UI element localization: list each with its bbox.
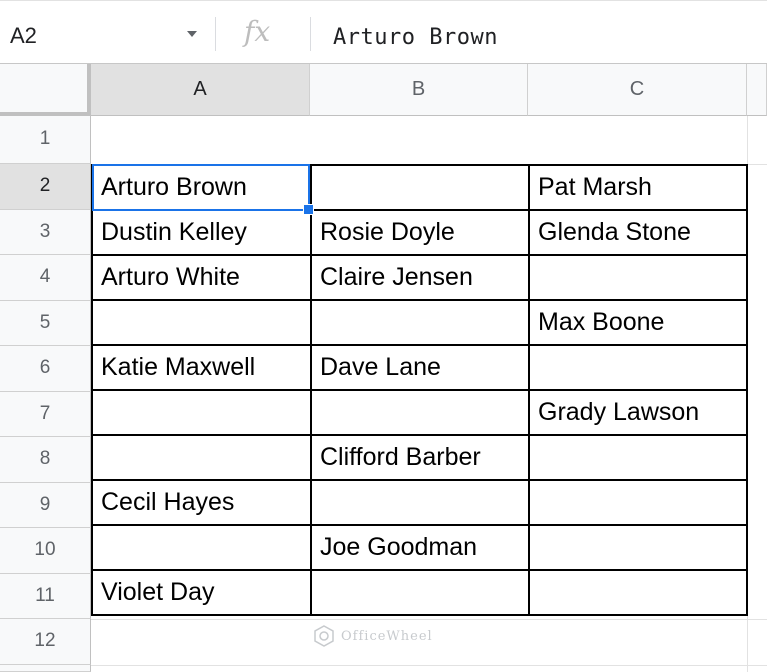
fill-handle[interactable]	[303, 204, 314, 215]
cell-a11[interactable]: Violet Day	[91, 569, 312, 616]
formula-input[interactable]: Arturo Brown	[333, 25, 498, 50]
cell-c3[interactable]: Glenda Stone	[528, 209, 748, 256]
column-header-c[interactable]: C	[528, 64, 747, 116]
fx-icon: fx	[244, 15, 271, 48]
cell-a5[interactable]	[91, 299, 312, 346]
column-header-b[interactable]: B	[310, 64, 528, 116]
cell-c2[interactable]: Pat Marsh	[528, 164, 748, 211]
table-row: Violet Day	[91, 569, 748, 616]
divider	[215, 17, 216, 51]
cell-c8[interactable]	[528, 434, 748, 481]
formula-bar: A2 fx Arturo Brown	[0, 0, 767, 64]
officewheel-logo-icon	[314, 625, 334, 647]
select-all-corner[interactable]	[0, 64, 91, 116]
watermark: OfficeWheel	[313, 624, 433, 648]
cell-c9[interactable]	[528, 479, 748, 526]
cell-a2[interactable]: Arturo Brown	[91, 164, 312, 211]
cell-b6[interactable]: Dave Lane	[310, 344, 530, 391]
cell-a9[interactable]: Cecil Hayes	[91, 479, 312, 526]
cell-a10[interactable]	[91, 524, 312, 571]
gridline	[91, 665, 767, 666]
cell-b10[interactable]: Joe Goodman	[310, 524, 530, 571]
row-header-11[interactable]: 11	[0, 574, 91, 619]
cell-a3[interactable]: Dustin Kelley	[91, 209, 312, 256]
table-row: Dustin Kelley Rosie Doyle Glenda Stone	[91, 209, 748, 256]
cell-c5[interactable]: Max Boone	[528, 299, 748, 346]
cell-b7[interactable]	[310, 389, 530, 436]
row-header-7[interactable]: 7	[0, 392, 91, 437]
table-row: Cecil Hayes	[91, 479, 748, 526]
cell-c6[interactable]	[528, 344, 748, 391]
row-header-5[interactable]: 5	[0, 301, 91, 346]
table-row: Max Boone	[91, 299, 748, 346]
cell-b3[interactable]: Rosie Doyle	[310, 209, 530, 256]
cell-a7[interactable]	[91, 389, 312, 436]
table-row: Grady Lawson	[91, 389, 748, 436]
name-box-dropdown-icon[interactable]	[187, 31, 197, 37]
cell-b11[interactable]	[310, 569, 530, 616]
cell-c4[interactable]	[528, 254, 748, 301]
row-header-8[interactable]: 8	[0, 437, 91, 483]
row-header-12[interactable]: 12	[0, 619, 91, 665]
table-row: Katie Maxwell Dave Lane	[91, 344, 748, 391]
cell-b9[interactable]	[310, 479, 530, 526]
row-header-10[interactable]: 10	[0, 528, 91, 574]
cell-c10[interactable]	[528, 524, 748, 571]
column-header-a[interactable]: A	[91, 64, 310, 116]
cell-b5[interactable]	[310, 299, 530, 346]
cell-a8[interactable]	[91, 434, 312, 481]
cell-c11[interactable]	[528, 569, 748, 616]
name-box[interactable]: A2	[10, 23, 37, 49]
row-header-9[interactable]: 9	[0, 483, 91, 528]
table-row: Clifford Barber	[91, 434, 748, 481]
row-header-4[interactable]: 4	[0, 255, 91, 301]
row-header-2[interactable]: 2	[0, 164, 91, 210]
table-row: Arturo Brown Pat Marsh	[91, 164, 748, 211]
row-header-1[interactable]: 1	[0, 116, 91, 164]
gridline	[91, 619, 767, 620]
divider	[310, 17, 311, 51]
column-header-d[interactable]	[747, 64, 767, 116]
cell-a6[interactable]: Katie Maxwell	[91, 344, 312, 391]
cell-a4[interactable]: Arturo White	[91, 254, 312, 301]
names-table: Arturo Brown Pat Marsh Dustin Kelley Rosie …	[91, 164, 748, 616]
table-row: Joe Goodman	[91, 524, 748, 571]
table-row: Arturo White Claire Jensen	[91, 254, 748, 301]
row-header-3[interactable]: 3	[0, 210, 91, 255]
cell-b8[interactable]: Clifford Barber	[310, 434, 530, 481]
cell-b2[interactable]	[310, 164, 530, 211]
cell-b4[interactable]: Claire Jensen	[310, 254, 530, 301]
watermark-text: OfficeWheel	[341, 628, 433, 644]
row-header-13[interactable]	[0, 665, 91, 672]
cell-c7[interactable]: Grady Lawson	[528, 389, 748, 436]
row-header-6[interactable]: 6	[0, 346, 91, 392]
